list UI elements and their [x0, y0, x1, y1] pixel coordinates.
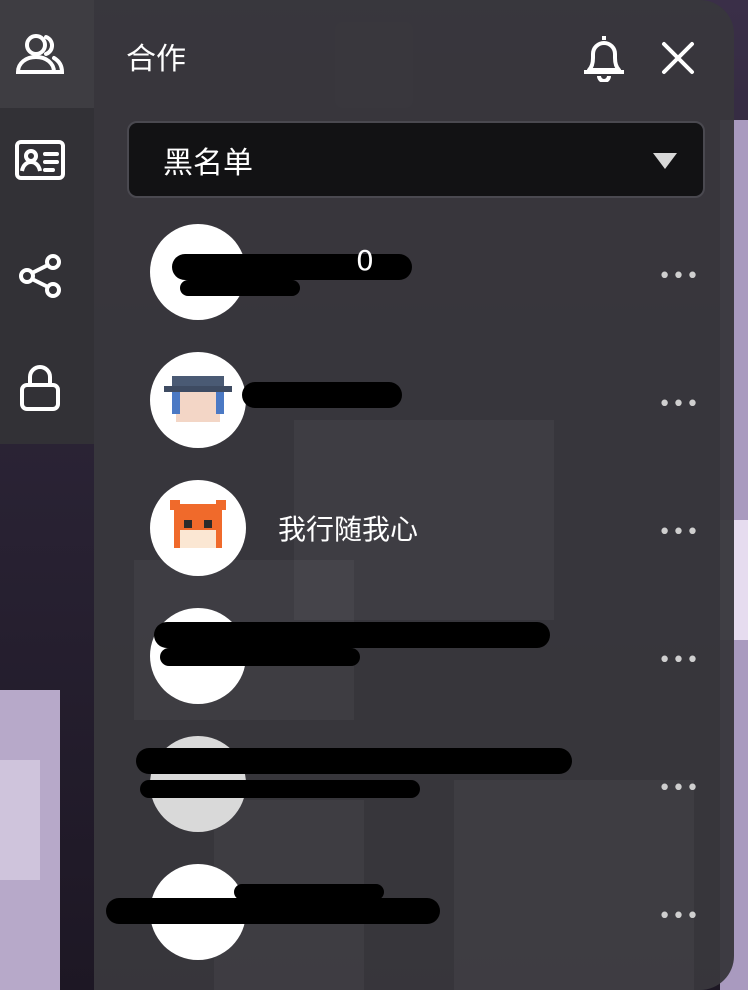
- more-options-button[interactable]: •••: [658, 264, 700, 289]
- more-options-button[interactable]: •••: [658, 520, 700, 545]
- list-item[interactable]: •••: [150, 352, 720, 448]
- notifications-button[interactable]: [580, 32, 628, 83]
- sidebar-item-friends[interactable]: [14, 28, 66, 80]
- redaction-scribble: [160, 648, 360, 666]
- redaction-scribble: [136, 748, 572, 774]
- redaction-scribble: [154, 622, 550, 648]
- avatar: [150, 480, 246, 576]
- list-item-name: 0: [356, 244, 374, 277]
- sidebar-item-privacy[interactable]: [14, 362, 66, 414]
- redaction-scribble: [140, 780, 420, 798]
- redaction-scribble: [234, 884, 384, 900]
- share-icon: [19, 254, 61, 298]
- avatar: [150, 352, 246, 448]
- close-icon: [662, 42, 694, 74]
- lock-icon: [20, 365, 60, 411]
- id-card-icon: [15, 140, 65, 180]
- list-item[interactable]: 我行随我心 •••: [150, 480, 720, 576]
- close-button[interactable]: [658, 38, 698, 78]
- friends-icon: [15, 34, 65, 74]
- background-block: [0, 760, 40, 880]
- list-item[interactable]: 0 •••: [150, 224, 720, 320]
- redaction-scribble: [242, 382, 402, 408]
- more-options-button[interactable]: •••: [658, 648, 700, 673]
- list-item[interactable]: •••: [106, 864, 720, 960]
- list-item[interactable]: •••: [136, 736, 720, 832]
- more-options-button[interactable]: •••: [658, 392, 700, 417]
- sidebar-item-profile[interactable]: [14, 134, 66, 186]
- redaction-scribble: [172, 254, 412, 280]
- list-item-name: 我行随我心: [278, 513, 419, 546]
- tiger-avatar-image: [170, 500, 226, 548]
- avatar-image: [164, 376, 232, 422]
- page-title: 合作: [126, 42, 186, 77]
- sidebar-item-share[interactable]: [14, 250, 66, 302]
- dropdown-selected-value: 黑名单: [163, 145, 253, 181]
- list-filter-dropdown[interactable]: 黑名单: [127, 121, 705, 198]
- more-options-button[interactable]: •••: [658, 776, 700, 801]
- bell-icon: [584, 36, 624, 83]
- dropdown-caret-icon: [653, 153, 677, 169]
- redaction-scribble: [106, 898, 440, 924]
- list-item[interactable]: •••: [150, 608, 720, 704]
- redaction-scribble: [180, 280, 300, 296]
- more-options-button[interactable]: •••: [658, 904, 700, 929]
